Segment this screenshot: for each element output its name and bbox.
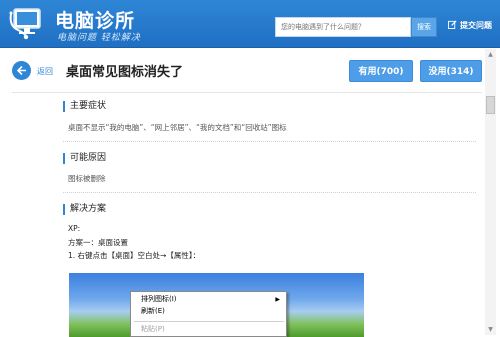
desktop-screenshot-image: 排列图标(I) ▶ 刷新(E) 粘贴(P) xyxy=(69,273,364,337)
symptom-text: 桌面不显示“我的电脑”、“网上邻居”、“我的文档”和“回收站”图标 xyxy=(68,123,287,132)
back-link[interactable]: 返回 xyxy=(37,66,53,77)
section-divider xyxy=(63,192,476,193)
context-menu: 排列图标(I) ▶ 刷新(E) 粘贴(P) xyxy=(130,291,287,337)
solution-line: XP: xyxy=(68,224,81,233)
solution-line: 1. 右键点击【桌面】空白处→【属性】： xyxy=(68,251,201,260)
section-heading-cause: 可能原因 xyxy=(63,153,106,164)
title-bar: 电脑诊所 电脑问题 轻松解决 搜索 提交问题 xyxy=(0,0,500,48)
stethoscope-monitor-icon xyxy=(8,6,48,40)
title-divider xyxy=(12,92,482,93)
menu-separator xyxy=(134,321,284,322)
app-title: 电脑诊所 xyxy=(55,10,136,32)
page-title: 桌面常见图标消失了 xyxy=(66,65,184,80)
vertical-scrollbar[interactable]: ▲ ▼ xyxy=(485,49,496,335)
search-input[interactable] xyxy=(275,17,411,37)
app-slogan: 电脑问题 轻松解决 xyxy=(57,33,141,43)
ask-question-link[interactable]: 提交问题 xyxy=(448,20,492,31)
search-button[interactable]: 搜索 xyxy=(411,17,437,37)
scroll-down-arrow[interactable]: ▼ xyxy=(485,324,496,335)
scroll-thumb[interactable] xyxy=(486,96,495,114)
section-divider xyxy=(63,141,476,142)
useful-button[interactable]: 有用(700) xyxy=(349,60,413,82)
ask-question-label: 提交问题 xyxy=(460,21,492,30)
cause-text: 图标被删除 xyxy=(68,174,106,183)
menu-item-paste: 粘贴(P) xyxy=(141,325,165,333)
solution-line: 方案一：桌面设置 xyxy=(68,238,128,247)
section-heading-solution: 解决方案 xyxy=(63,204,106,215)
back-arrow-icon[interactable] xyxy=(12,61,31,80)
article-panel: 返回 桌面常见图标消失了 有用(700) 没用(314) 主要症状 桌面不显示“… xyxy=(0,49,500,337)
menu-item-refresh: 刷新(E) xyxy=(141,307,165,315)
menu-item-arrange-icons: 排列图标(I) xyxy=(141,295,177,303)
useless-button[interactable]: 没用(314) xyxy=(420,60,482,82)
edit-icon xyxy=(448,20,457,31)
scroll-up-arrow[interactable]: ▲ xyxy=(485,49,496,60)
submenu-arrow-icon: ▶ xyxy=(275,296,280,303)
section-heading-symptom: 主要症状 xyxy=(63,101,106,112)
